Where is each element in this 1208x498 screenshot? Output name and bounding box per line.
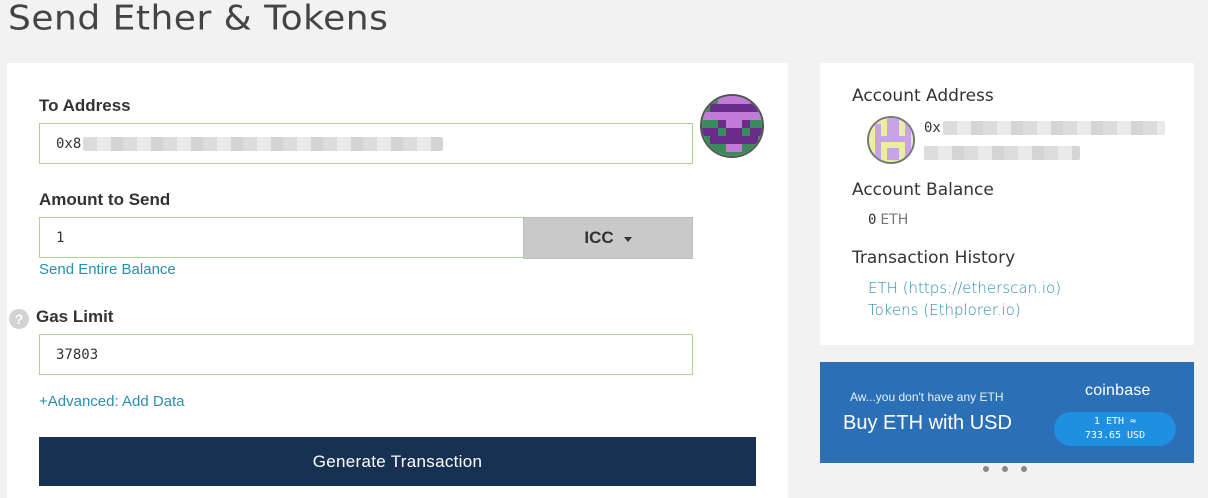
carousel-dot[interactable] xyxy=(1021,466,1027,472)
account-balance-label: Account Balance xyxy=(852,180,994,200)
redacted-address xyxy=(924,145,1080,160)
page-title: Send Ether & Tokens xyxy=(8,0,389,38)
account-address-label: Account Address xyxy=(852,86,994,106)
balance-value: 0 xyxy=(868,212,877,228)
ethplorer-link[interactable]: Tokens (Ethplorer.io) xyxy=(868,301,1021,319)
account-address-value: 0x xyxy=(924,120,941,136)
to-address-value: 0x8 xyxy=(56,135,82,152)
chevron-down-icon xyxy=(623,236,632,242)
coinbase-buy-banner[interactable]: Aw...you don't have any ETH Buy ETH with… xyxy=(820,362,1194,463)
send-entire-balance-link[interactable]: Send Entire Balance xyxy=(39,261,176,278)
amount-input[interactable]: 1 xyxy=(39,217,524,258)
coinbase-title: Buy ETH with USD xyxy=(843,412,1012,434)
amount-label: Amount to Send xyxy=(39,190,171,209)
to-address-label: To Address xyxy=(39,96,131,115)
carousel-dot[interactable] xyxy=(1002,466,1008,472)
account-address-line1: 0x xyxy=(924,120,1165,136)
coinbase-logo: coinbase xyxy=(1085,382,1151,399)
carousel-dot[interactable] xyxy=(983,466,989,472)
balance-unit: ETH xyxy=(880,212,909,228)
recipient-identicon-icon xyxy=(700,94,764,158)
unit-dropdown[interactable]: ICC xyxy=(523,217,693,259)
redacted-address xyxy=(83,136,444,151)
gas-limit-label: Gas Limit xyxy=(36,307,114,326)
gas-limit-input[interactable]: 37803 xyxy=(39,334,693,375)
account-identicon-icon xyxy=(867,116,915,164)
to-address-input[interactable]: 0x8 xyxy=(39,123,693,164)
gas-limit-value: 37803 xyxy=(56,346,99,363)
redacted-address xyxy=(942,121,1165,135)
account-balance: 0 ETH xyxy=(868,211,908,228)
etherscan-link[interactable]: ETH (https://etherscan.io) xyxy=(868,279,1061,297)
account-address-line2 xyxy=(922,144,1080,162)
advanced-add-data-link[interactable]: +Advanced: Add Data xyxy=(39,393,185,410)
coinbase-subtitle: Aw...you don't have any ETH xyxy=(850,390,1004,404)
eth-rate-line1: 1 ETH ≈ xyxy=(1093,416,1137,427)
question-icon[interactable]: ? xyxy=(9,309,29,329)
carousel-dots xyxy=(983,466,1027,472)
unit-selected-label: ICC xyxy=(584,228,614,247)
transaction-history-label: Transaction History xyxy=(852,248,1016,268)
generate-transaction-button[interactable]: Generate Transaction xyxy=(39,437,756,486)
eth-rate-line2: 733.65 USD xyxy=(1084,430,1146,441)
amount-value: 1 xyxy=(56,229,65,246)
eth-rate-badge: 1 ETH ≈ 733.65 USD xyxy=(1054,412,1176,446)
